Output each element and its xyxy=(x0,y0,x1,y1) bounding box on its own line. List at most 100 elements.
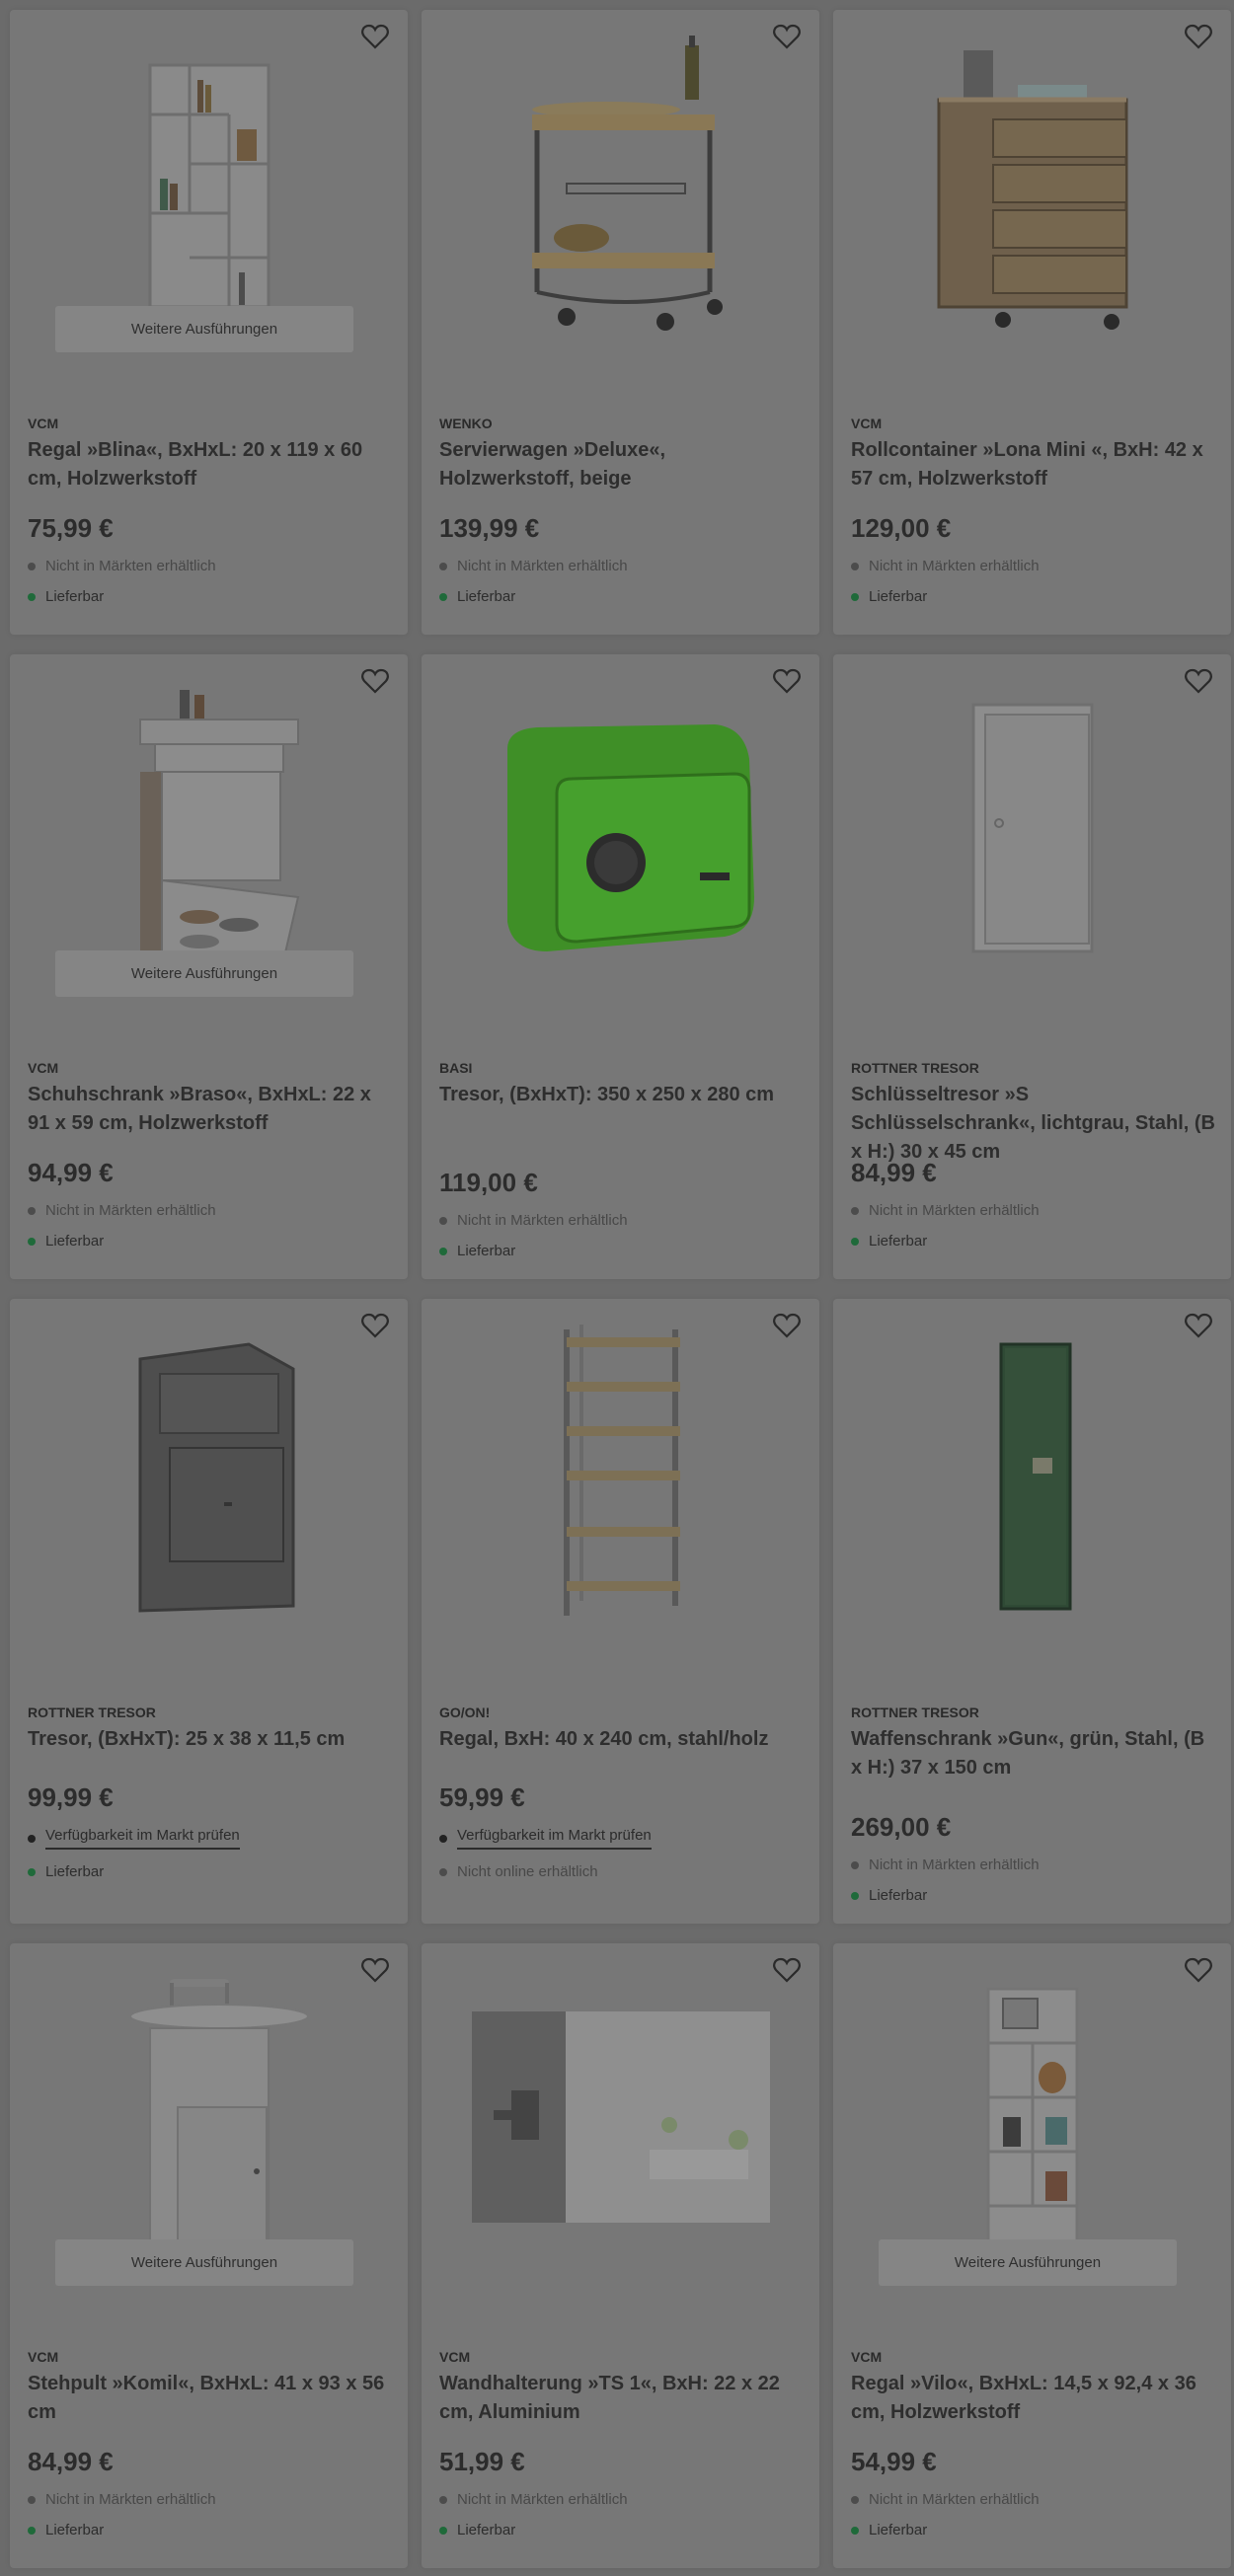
product-price: 119,00 € xyxy=(439,1168,538,1197)
store-availability: Nicht in Märkten erhältlich xyxy=(439,1212,628,1229)
store-availability: Nicht in Märkten erhältlich xyxy=(851,1856,1040,1873)
online-availability: Lieferbar xyxy=(851,1887,927,1904)
product-title[interactable]: Regal »Blina«, BxHxL: 20 x 119 x 60 cm, … xyxy=(28,436,392,493)
product-brand: ROTTNER TRESOR xyxy=(851,1060,979,1076)
status-dot xyxy=(851,2495,859,2504)
product-card[interactable]: BASI Tresor, (BxHxT): 350 x 250 x 280 cm… xyxy=(422,654,819,1279)
product-price: 94,99 € xyxy=(28,1158,114,1187)
status-dot xyxy=(851,1206,859,1215)
store-availability-link[interactable]: Verfügbarkeit im Markt prüfen xyxy=(439,1827,652,1850)
wishlist-heart-icon[interactable] xyxy=(1182,1309,1215,1342)
product-title[interactable]: Rollcontainer »Lona Mini «, BxH: 42 x 57… xyxy=(851,436,1215,493)
more-variants-button[interactable]: Weitere Ausführungen xyxy=(55,306,353,352)
store-availability: Nicht in Märkten erhältlich xyxy=(28,2491,216,2508)
status-dot xyxy=(851,1891,859,1900)
rolling-container-image xyxy=(833,10,1231,357)
status-dot xyxy=(28,562,36,570)
product-title[interactable]: Wandhalterung »TS 1«, BxH: 22 x 22 cm, A… xyxy=(439,2370,804,2427)
online-availability: Lieferbar xyxy=(851,588,927,605)
product-brand: VCM xyxy=(28,1060,59,1076)
store-availability: Nicht in Märkten erhältlich xyxy=(851,2491,1040,2508)
product-title[interactable]: Servierwagen »Deluxe«, Holzwerkstoff, be… xyxy=(439,436,804,493)
wishlist-heart-icon[interactable] xyxy=(770,1309,804,1342)
status-dot xyxy=(439,1247,447,1255)
product-card[interactable]: VCM Wandhalterung »TS 1«, BxH: 22 x 22 c… xyxy=(422,1943,819,2568)
wishlist-heart-icon[interactable] xyxy=(1182,20,1215,53)
status-dot xyxy=(851,2526,859,2535)
status-dot xyxy=(439,1216,447,1225)
product-price: 75,99 € xyxy=(28,513,114,543)
product-card[interactable]: Weitere Ausführungen VCM Regal »Vilo«, B… xyxy=(833,1943,1231,2568)
status-dot xyxy=(28,592,36,601)
status-dot xyxy=(439,592,447,601)
online-availability: Lieferbar xyxy=(439,2522,515,2538)
wishlist-heart-icon[interactable] xyxy=(358,664,392,698)
status-dot xyxy=(28,1237,36,1246)
status-dot xyxy=(28,1834,36,1843)
product-card[interactable]: ROTTNER TRESOR Schlüsseltresor »S Schlüs… xyxy=(833,654,1231,1279)
wall-mount-image xyxy=(422,1943,819,2291)
product-card[interactable]: VCM Rollcontainer »Lona Mini «, BxH: 42 … xyxy=(833,10,1231,635)
status-dot xyxy=(439,2526,447,2535)
online-availability: Lieferbar xyxy=(28,1233,104,1250)
mailbox-safe-image xyxy=(10,1299,408,1646)
wishlist-heart-icon[interactable] xyxy=(358,1309,392,1342)
product-card[interactable]: ROTTNER TRESOR Waffenschrank »Gun«, grün… xyxy=(833,1299,1231,1924)
status-dot xyxy=(851,1860,859,1869)
wishlist-heart-icon[interactable] xyxy=(1182,1953,1215,1987)
product-card[interactable]: GO/ON! Regal, BxH: 40 x 240 cm, stahl/ho… xyxy=(422,1299,819,1924)
product-price: 59,99 € xyxy=(439,1782,525,1812)
online-availability: Lieferbar xyxy=(439,1243,515,1259)
metal-shelf-image xyxy=(422,1299,819,1646)
product-card[interactable]: Weitere Ausführungen VCM Stehpult »Komil… xyxy=(10,1943,408,2568)
wishlist-heart-icon[interactable] xyxy=(358,20,392,53)
product-title[interactable]: Schuhschrank »Braso«, BxHxL: 22 x 91 x 5… xyxy=(28,1081,392,1138)
more-variants-button[interactable]: Weitere Ausführungen xyxy=(55,2239,353,2286)
product-title[interactable]: Stehpult »Komil«, BxHxL: 41 x 93 x 56 cm xyxy=(28,2370,392,2427)
product-title[interactable]: Regal »Vilo«, BxHxL: 14,5 x 92,4 x 36 cm… xyxy=(851,2370,1215,2427)
product-title[interactable]: Tresor, (BxHxT): 350 x 250 x 280 cm xyxy=(439,1081,804,1109)
status-dot xyxy=(28,1867,36,1876)
product-title[interactable]: Regal, BxH: 40 x 240 cm, stahl/holz xyxy=(439,1725,804,1754)
store-availability: Nicht in Märkten erhältlich xyxy=(439,2491,628,2508)
wishlist-heart-icon[interactable] xyxy=(1182,664,1215,698)
status-dot xyxy=(439,2495,447,2504)
product-price: 51,99 € xyxy=(439,2447,525,2476)
more-variants-button[interactable]: Weitere Ausführungen xyxy=(55,950,353,997)
more-variants-button[interactable]: Weitere Ausführungen xyxy=(879,2239,1177,2286)
product-card[interactable]: ROTTNER TRESOR Tresor, (BxHxT): 25 x 38 … xyxy=(10,1299,408,1924)
product-price: 84,99 € xyxy=(28,2447,114,2476)
wishlist-heart-icon[interactable] xyxy=(770,1953,804,1987)
store-availability: Nicht in Märkten erhältlich xyxy=(28,1202,216,1219)
store-availability-link[interactable]: Verfügbarkeit im Markt prüfen xyxy=(28,1827,240,1850)
wishlist-heart-icon[interactable] xyxy=(358,1953,392,1987)
online-availability: Lieferbar xyxy=(28,2522,104,2538)
product-brand: VCM xyxy=(28,416,59,431)
product-title[interactable]: Waffenschrank »Gun«, grün, Stahl, (B x H… xyxy=(851,1725,1215,1782)
product-brand: VCM xyxy=(851,2349,883,2365)
product-title[interactable]: Tresor, (BxHxT): 25 x 38 x 11,5 cm xyxy=(28,1725,392,1754)
green-safe-image xyxy=(422,654,819,1002)
wishlist-heart-icon[interactable] xyxy=(770,20,804,53)
online-availability: Lieferbar xyxy=(439,588,515,605)
wishlist-heart-icon[interactable] xyxy=(770,664,804,698)
product-brand: ROTTNER TRESOR xyxy=(28,1705,156,1720)
online-availability: Lieferbar xyxy=(28,588,104,605)
product-price: 54,99 € xyxy=(851,2447,937,2476)
product-title[interactable]: Schlüsseltresor »S Schlüsselschrank«, li… xyxy=(851,1081,1215,1167)
product-card[interactable]: Weitere Ausführungen VCM Regal »Blina«, … xyxy=(10,10,408,635)
product-price: 84,99 € xyxy=(851,1158,937,1187)
product-brand: BASI xyxy=(439,1060,473,1076)
product-card[interactable]: WENKO Servierwagen »Deluxe«, Holzwerksto… xyxy=(422,10,819,635)
store-availability: Nicht in Märkten erhältlich xyxy=(28,558,216,574)
product-brand: GO/ON! xyxy=(439,1705,491,1720)
status-dot xyxy=(439,1834,447,1843)
gun-cabinet-image xyxy=(833,1299,1231,1646)
product-brand: VCM xyxy=(28,2349,59,2365)
status-dot xyxy=(439,1867,447,1876)
product-card[interactable]: Weitere Ausführungen VCM Schuhschrank »B… xyxy=(10,654,408,1279)
online-availability: Lieferbar xyxy=(28,1863,104,1880)
status-dot xyxy=(851,562,859,570)
product-price: 269,00 € xyxy=(851,1812,952,1842)
product-brand: VCM xyxy=(439,2349,471,2365)
